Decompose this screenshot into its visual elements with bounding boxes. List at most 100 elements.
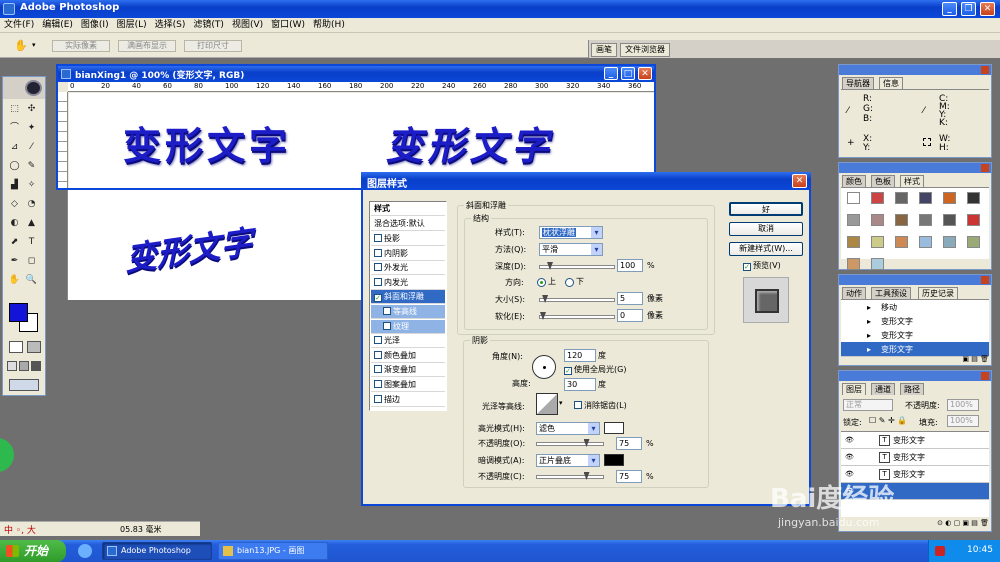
menu-item-8[interactable]: 帮助(H) (313, 19, 345, 31)
style-swatch[interactable] (943, 192, 956, 204)
style-item-checkbox[interactable] (374, 350, 382, 359)
canvas-lower[interactable]: 变形文字 (67, 190, 361, 300)
new-style-button[interactable]: 新建样式(W)... (729, 242, 803, 256)
actual-pixels-button[interactable]: 实际像素 (52, 40, 110, 52)
style-item-checkbox[interactable] (374, 336, 382, 345)
menu-item-4[interactable]: 选择(S) (155, 19, 186, 31)
style-item-checkbox[interactable]: ✓ (374, 294, 382, 303)
depth-slider[interactable] (539, 262, 615, 270)
lasso-icon[interactable]: ⌒ (8, 122, 21, 134)
blend-options-default[interactable]: 混合选项:默认 (371, 217, 445, 231)
quick-launch-ie-icon[interactable] (78, 544, 92, 558)
style-item-checkbox[interactable] (374, 248, 382, 257)
dodge-icon[interactable]: ◐ (8, 217, 21, 229)
marquee-icon[interactable]: ⬚ (8, 103, 21, 115)
menu-item-7[interactable]: 窗口(W) (271, 19, 305, 31)
global-light-checkbox[interactable]: ✓ 使用全局光(G) (564, 364, 626, 376)
history-item[interactable]: ▸ 变形文字 (841, 328, 989, 343)
shadow-mode-select[interactable]: 正片叠底 (536, 454, 600, 467)
menu-item-1[interactable]: 编辑(E) (42, 19, 73, 31)
style-swatch[interactable] (871, 236, 884, 248)
history-close-icon[interactable] (981, 276, 989, 284)
style-item[interactable]: 图案叠加 (371, 378, 445, 392)
task-paint[interactable]: bian13.JPG - 画图 (218, 542, 328, 560)
file-browser-tab[interactable]: 文件浏览器 (620, 43, 670, 57)
shadow-color-swatch[interactable] (604, 454, 624, 466)
adobe-eye-icon[interactable] (25, 80, 42, 96)
screen-mode-full-menu-icon[interactable] (19, 361, 29, 371)
size-slider[interactable] (539, 295, 615, 303)
style-swatch[interactable] (871, 258, 884, 270)
style-item-checkbox[interactable] (383, 321, 391, 330)
restore-button[interactable]: ❐ (961, 2, 976, 16)
layer-row[interactable]: 👁 T 变形文字 (841, 449, 989, 466)
style-swatch[interactable] (871, 214, 884, 226)
style-item[interactable]: 投影 (371, 232, 445, 246)
soften-input[interactable]: 0 (617, 309, 643, 322)
minimize-button[interactable]: _ (942, 2, 957, 16)
depth-slider-knob[interactable] (547, 262, 553, 270)
style-swatch[interactable] (943, 236, 956, 248)
stamp-icon[interactable]: ▟ (8, 179, 21, 191)
tab-history[interactable]: 历史记录 (918, 287, 958, 299)
doc-close-button[interactable]: ✕ (638, 67, 652, 80)
cancel-button[interactable]: 取消 (729, 222, 803, 236)
style-swatch[interactable] (847, 258, 860, 270)
layer-opacity-input[interactable]: 100% (947, 399, 979, 411)
tab-styles[interactable]: 样式 (900, 175, 924, 187)
shadow-opacity-slider[interactable] (536, 472, 604, 480)
direction-up-radio[interactable] (537, 278, 546, 287)
style-swatch[interactable] (847, 192, 860, 204)
style-swatch[interactable] (919, 214, 932, 226)
tab-channels[interactable]: 通道 (871, 383, 895, 395)
quickmask-off-icon[interactable] (9, 341, 23, 353)
style-item[interactable]: 等高线 (371, 305, 445, 319)
layer-row[interactable]: 👁 T 变形文字 (841, 432, 989, 449)
fill-input[interactable]: 100% (947, 415, 979, 427)
style-item-checkbox[interactable] (374, 380, 382, 388)
zoom-icon[interactable]: 🔍 (25, 274, 38, 286)
dialog-close-button[interactable]: ✕ (792, 174, 807, 188)
dialog-title-bar[interactable]: 图层样式 ✕ (361, 172, 811, 190)
angle-dial[interactable] (532, 355, 556, 379)
screen-mode-full-icon[interactable] (31, 361, 41, 371)
preview-checkbox[interactable]: ✓ 预览(V) (743, 260, 781, 272)
crop-icon[interactable]: ⊿ (8, 141, 21, 153)
move-icon[interactable]: ✣ (25, 103, 38, 115)
imageready-icon[interactable] (9, 379, 39, 391)
altitude-input[interactable]: 30 (564, 378, 596, 391)
shadow-opacity-knob[interactable] (583, 472, 590, 480)
brushes-tab[interactable]: 画笔 (591, 43, 617, 57)
style-swatch[interactable] (967, 192, 980, 204)
type-icon[interactable]: T (25, 236, 38, 248)
tab-color[interactable]: 颜色 (842, 175, 866, 187)
direction-up-label[interactable]: 上 (548, 276, 556, 288)
highlight-mode-select[interactable]: 滤色 (536, 422, 600, 435)
tray-icon[interactable] (935, 546, 945, 556)
chevron-down-icon[interactable]: ▾ (32, 41, 36, 49)
style-swatch[interactable] (871, 192, 884, 204)
style-item[interactable]: 内阴影 (371, 247, 445, 261)
magic-wand-icon[interactable]: ✦ (25, 122, 38, 134)
print-size-button[interactable]: 打印尺寸 (184, 40, 242, 52)
lock-icons[interactable]: ☐ ✎ ✛ 🔒 (869, 416, 907, 425)
depth-input[interactable]: 100 (617, 259, 643, 272)
brush-icon[interactable]: ✎ (25, 160, 38, 172)
style-swatch[interactable] (967, 236, 980, 248)
hand-icon[interactable]: ✋ (8, 274, 21, 286)
start-button[interactable]: 开始 (0, 540, 66, 562)
gradient-icon[interactable]: ◔ (25, 198, 38, 210)
style-swatch[interactable] (967, 214, 980, 226)
style-swatch[interactable] (847, 214, 860, 226)
style-item[interactable]: 光泽 (371, 334, 445, 349)
style-select[interactable]: 枕状浮雕 (539, 226, 603, 239)
quickmask-on-icon[interactable] (27, 341, 41, 353)
menu-item-5[interactable]: 滤镜(T) (193, 19, 224, 31)
eraser-icon[interactable]: ◇ (8, 198, 21, 210)
direction-down-radio[interactable] (565, 278, 574, 287)
tab-paths[interactable]: 路径 (900, 383, 924, 395)
style-swatch[interactable] (919, 192, 932, 204)
styles-header[interactable]: 样式 (371, 202, 445, 216)
style-item-checkbox[interactable] (383, 307, 391, 315)
ok-button[interactable]: 好 (729, 202, 803, 216)
